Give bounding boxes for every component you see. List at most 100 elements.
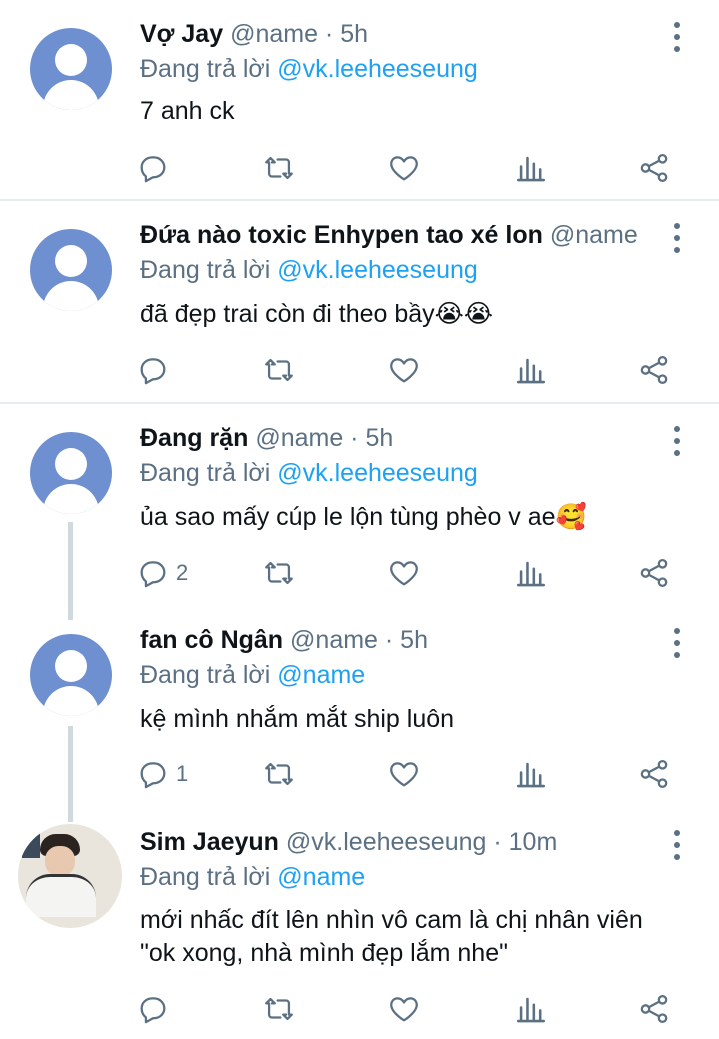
separator: · bbox=[317, 20, 341, 48]
analytics-button[interactable] bbox=[514, 991, 548, 1027]
share-icon bbox=[640, 558, 668, 588]
tweet-text-body: ủa sao mấy cúp le lộn tùng phèo v ae bbox=[140, 503, 556, 531]
retweet-icon bbox=[265, 997, 293, 1021]
analytics-button[interactable] bbox=[514, 352, 548, 388]
like-button[interactable] bbox=[387, 150, 421, 186]
replying-prefix: Đang trả lời bbox=[140, 459, 278, 487]
timestamp[interactable]: 5h bbox=[400, 626, 428, 654]
avatar[interactable] bbox=[30, 229, 112, 311]
reply-icon bbox=[140, 561, 166, 588]
more-icon[interactable] bbox=[666, 223, 688, 253]
more-icon[interactable] bbox=[666, 22, 688, 52]
reply-icon bbox=[140, 762, 166, 789]
timestamp[interactable]: 5h bbox=[365, 424, 393, 452]
mention-link[interactable]: @name bbox=[277, 661, 365, 689]
handle[interactable]: @name bbox=[550, 221, 638, 249]
replying-to: Đang trả lời @vk.leeheeseung bbox=[140, 459, 478, 488]
tweet[interactable]: Vợ Jay @name · 5h Đang trả lời @vk.leehe… bbox=[0, 0, 719, 198]
reply-count: 1 bbox=[176, 761, 189, 786]
tweet[interactable]: Đang rặn @name · 5h Đang trả lời @vk.lee… bbox=[0, 404, 719, 604]
handle[interactable]: @name bbox=[230, 20, 318, 48]
retweet-icon bbox=[265, 156, 293, 180]
display-name[interactable]: fan cô Ngân bbox=[140, 626, 283, 654]
reply-button[interactable] bbox=[136, 352, 176, 388]
like-icon bbox=[390, 156, 418, 181]
tweet-header: Đang rặn @name · 5h bbox=[140, 424, 651, 456]
retweet-button[interactable] bbox=[262, 150, 296, 186]
like-icon bbox=[390, 762, 418, 787]
tweet[interactable]: fan cô Ngân @name · 5h Đang trả lời @nam… bbox=[0, 606, 719, 806]
display-name[interactable]: Đứa nào toxic Enhypen tao xé lon bbox=[140, 221, 543, 249]
emoji: 😭😭 bbox=[434, 300, 494, 328]
replying-to: Đang trả lời @vk.leeheeseung bbox=[140, 256, 478, 285]
like-button[interactable] bbox=[387, 555, 421, 591]
share-button[interactable] bbox=[637, 991, 671, 1027]
share-button[interactable] bbox=[637, 352, 671, 388]
display-name[interactable]: Đang rặn bbox=[140, 424, 248, 452]
more-icon[interactable] bbox=[666, 426, 688, 456]
analytics-icon bbox=[516, 762, 546, 788]
share-button[interactable] bbox=[637, 150, 671, 186]
reply-button[interactable]: 1 bbox=[136, 756, 188, 792]
retweet-icon bbox=[265, 762, 293, 786]
like-icon bbox=[390, 997, 418, 1022]
tweet[interactable]: Đứa nào toxic Enhypen tao xé lon @name Đ… bbox=[0, 201, 719, 401]
like-icon bbox=[390, 358, 418, 383]
share-button[interactable] bbox=[637, 555, 671, 591]
handle[interactable]: @vk.leeheeseung bbox=[286, 828, 487, 856]
mention-link[interactable]: @vk.leeheeseung bbox=[277, 55, 478, 83]
separator: · bbox=[377, 626, 401, 654]
replying-to: Đang trả lời @name bbox=[140, 661, 365, 690]
separator: · bbox=[343, 424, 366, 452]
mention-link[interactable]: @vk.leeheeseung bbox=[277, 459, 478, 487]
more-icon[interactable] bbox=[666, 628, 688, 658]
retweet-icon bbox=[265, 358, 293, 382]
replying-prefix: Đang trả lời bbox=[140, 55, 278, 83]
separator: · bbox=[486, 828, 509, 856]
avatar[interactable] bbox=[30, 28, 112, 110]
action-bar: 1 bbox=[136, 756, 676, 792]
share-button[interactable] bbox=[637, 756, 671, 792]
reply-button[interactable] bbox=[136, 150, 176, 186]
tweet-header: Vợ Jay @name · 5h bbox=[140, 20, 651, 52]
display-name[interactable]: Vợ Jay bbox=[140, 20, 223, 48]
like-button[interactable] bbox=[387, 991, 421, 1027]
analytics-icon bbox=[516, 358, 546, 384]
action-bar bbox=[136, 150, 676, 186]
avatar[interactable] bbox=[18, 824, 122, 928]
tweet-text: kệ mình nhắm mắt ship luôn bbox=[140, 703, 680, 736]
replying-prefix: Đang trả lời bbox=[140, 863, 278, 891]
like-button[interactable] bbox=[387, 352, 421, 388]
retweet-button[interactable] bbox=[262, 991, 296, 1027]
timestamp[interactable]: 5h bbox=[340, 20, 368, 48]
replying-prefix: Đang trả lời bbox=[140, 256, 278, 284]
like-button[interactable] bbox=[387, 756, 421, 792]
avatar[interactable] bbox=[30, 432, 112, 514]
handle[interactable]: @name bbox=[255, 424, 343, 452]
analytics-button[interactable] bbox=[514, 756, 548, 792]
tweet-text: mới nhấc đít lên nhìn vô cam là chị nhân… bbox=[140, 904, 660, 970]
share-icon bbox=[640, 153, 668, 183]
tweet[interactable]: Sim Jaeyun @vk.leeheeseung · 10m Đang tr… bbox=[0, 808, 719, 1039]
reply-button[interactable] bbox=[136, 991, 176, 1027]
mention-link[interactable]: @name bbox=[277, 863, 365, 891]
analytics-button[interactable] bbox=[514, 555, 548, 591]
retweet-icon bbox=[265, 561, 293, 585]
tweet-header: fan cô Ngân @name · 5h bbox=[140, 626, 651, 658]
retweet-button[interactable] bbox=[262, 756, 296, 792]
avatar[interactable] bbox=[30, 634, 112, 716]
tweet-text-body: mới nhấc đít lên nhìn vô cam là chị nhân… bbox=[140, 906, 643, 967]
display-name[interactable]: Sim Jaeyun bbox=[140, 828, 279, 856]
share-icon bbox=[640, 759, 668, 789]
reply-button[interactable]: 2 bbox=[136, 555, 188, 591]
timestamp[interactable]: 10m bbox=[509, 828, 558, 856]
more-icon[interactable] bbox=[666, 830, 688, 860]
handle[interactable]: @name bbox=[290, 626, 378, 654]
retweet-button[interactable] bbox=[262, 352, 296, 388]
mention-link[interactable]: @vk.leeheeseung bbox=[277, 256, 478, 284]
replying-to: Đang trả lời @vk.leeheeseung bbox=[140, 55, 478, 84]
tweet-text-body: kệ mình nhắm mắt ship luôn bbox=[140, 705, 455, 733]
share-icon bbox=[640, 994, 668, 1024]
analytics-button[interactable] bbox=[514, 150, 548, 186]
retweet-button[interactable] bbox=[262, 555, 296, 591]
